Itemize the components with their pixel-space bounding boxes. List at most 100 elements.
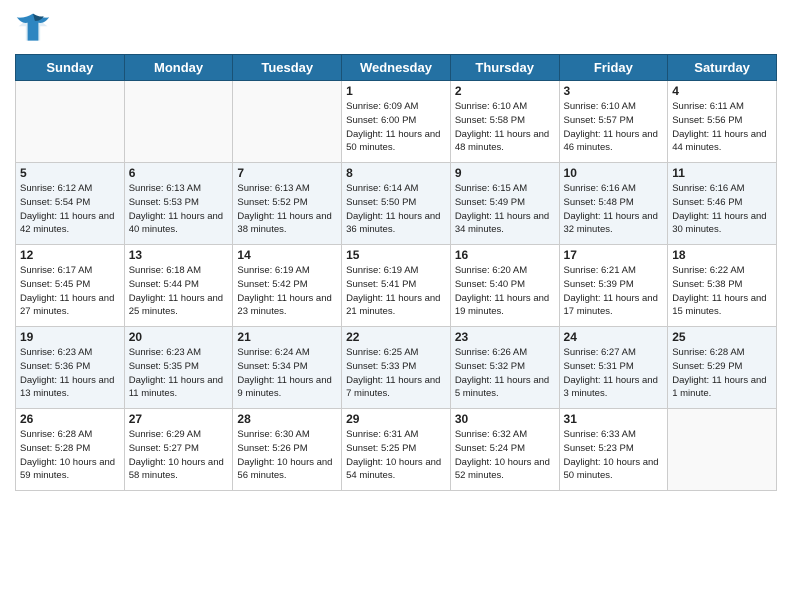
day-cell: 4 Sunrise: 6:11 AMSunset: 5:56 PMDaylight… bbox=[668, 81, 777, 163]
day-info: Sunrise: 6:10 AMSunset: 5:57 PMDaylight:… bbox=[564, 100, 664, 155]
day-info: Sunrise: 6:20 AMSunset: 5:40 PMDaylight:… bbox=[455, 264, 555, 319]
day-number: 1 bbox=[346, 84, 446, 98]
day-info: Sunrise: 6:13 AMSunset: 5:52 PMDaylight:… bbox=[237, 182, 337, 237]
day-cell: 5 Sunrise: 6:12 AMSunset: 5:54 PMDaylight… bbox=[16, 163, 125, 245]
week-row-5: 26 Sunrise: 6:28 AMSunset: 5:28 PMDayligh… bbox=[16, 409, 777, 491]
day-number: 8 bbox=[346, 166, 446, 180]
day-cell: 28Sunrise: 6:30 AMSunset: 5:26 PMDayligh… bbox=[233, 409, 342, 491]
day-number: 4 bbox=[672, 84, 772, 98]
day-number: 30 bbox=[455, 412, 555, 426]
day-cell: 20 Sunrise: 6:23 AMSunset: 5:35 PMDayligh… bbox=[124, 327, 233, 409]
weekday-header-wednesday: Wednesday bbox=[342, 55, 451, 81]
day-number: 16 bbox=[455, 248, 555, 262]
day-cell: 7Sunrise: 6:13 AMSunset: 5:52 PMDaylight… bbox=[233, 163, 342, 245]
day-number: 9 bbox=[455, 166, 555, 180]
day-info: Sunrise: 6:13 AMSunset: 5:53 PMDaylight:… bbox=[129, 182, 229, 237]
day-cell: 17 Sunrise: 6:21 AMSunset: 5:39 PMDayligh… bbox=[559, 245, 668, 327]
day-number: 29 bbox=[346, 412, 446, 426]
weekday-header-thursday: Thursday bbox=[450, 55, 559, 81]
day-number: 6 bbox=[129, 166, 229, 180]
day-info: Sunrise: 6:24 AMSunset: 5:34 PMDaylight:… bbox=[237, 346, 337, 401]
day-info: Sunrise: 6:22 AMSunset: 5:38 PMDaylight:… bbox=[672, 264, 772, 319]
day-number: 5 bbox=[20, 166, 120, 180]
weekday-header-friday: Friday bbox=[559, 55, 668, 81]
day-cell: 25 Sunrise: 6:28 AMSunset: 5:29 PMDayligh… bbox=[668, 327, 777, 409]
day-cell: 24Sunrise: 6:27 AMSunset: 5:31 PMDayligh… bbox=[559, 327, 668, 409]
day-number: 27 bbox=[129, 412, 229, 426]
day-cell: 16 Sunrise: 6:20 AMSunset: 5:40 PMDayligh… bbox=[450, 245, 559, 327]
day-cell: 26 Sunrise: 6:28 AMSunset: 5:28 PMDayligh… bbox=[16, 409, 125, 491]
day-info: Sunrise: 6:12 AMSunset: 5:54 PMDaylight:… bbox=[20, 182, 120, 237]
day-info: Sunrise: 6:33 AMSunset: 5:23 PMDaylight:… bbox=[564, 428, 664, 483]
day-info: Sunrise: 6:23 AMSunset: 5:36 PMDaylight:… bbox=[20, 346, 120, 401]
day-info: Sunrise: 6:28 AMSunset: 5:29 PMDaylight:… bbox=[672, 346, 772, 401]
day-number: 14 bbox=[237, 248, 337, 262]
day-info: Sunrise: 6:19 AMSunset: 5:42 PMDaylight:… bbox=[237, 264, 337, 319]
day-info: Sunrise: 6:31 AMSunset: 5:25 PMDaylight:… bbox=[346, 428, 446, 483]
day-info: Sunrise: 6:28 AMSunset: 5:28 PMDaylight:… bbox=[20, 428, 120, 483]
day-number: 20 bbox=[129, 330, 229, 344]
day-number: 3 bbox=[564, 84, 664, 98]
day-cell: 18 Sunrise: 6:22 AMSunset: 5:38 PMDayligh… bbox=[668, 245, 777, 327]
day-info: Sunrise: 6:16 AMSunset: 5:46 PMDaylight:… bbox=[672, 182, 772, 237]
week-row-1: 1 Sunrise: 6:09 AMSunset: 6:00 PMDaylight… bbox=[16, 81, 777, 163]
day-cell: 21 Sunrise: 6:24 AMSunset: 5:34 PMDayligh… bbox=[233, 327, 342, 409]
day-cell: 29 Sunrise: 6:31 AMSunset: 5:25 PMDayligh… bbox=[342, 409, 451, 491]
logo bbox=[15, 10, 55, 46]
day-info: Sunrise: 6:30 AMSunset: 5:26 PMDaylight:… bbox=[237, 428, 337, 483]
day-info: Sunrise: 6:29 AMSunset: 5:27 PMDaylight:… bbox=[129, 428, 229, 483]
day-number: 12 bbox=[20, 248, 120, 262]
day-cell: 19 Sunrise: 6:23 AMSunset: 5:36 PMDayligh… bbox=[16, 327, 125, 409]
day-cell: 8 Sunrise: 6:14 AMSunset: 5:50 PMDaylight… bbox=[342, 163, 451, 245]
day-info: Sunrise: 6:25 AMSunset: 5:33 PMDaylight:… bbox=[346, 346, 446, 401]
day-info: Sunrise: 6:32 AMSunset: 5:24 PMDaylight:… bbox=[455, 428, 555, 483]
day-number: 24 bbox=[564, 330, 664, 344]
day-info: Sunrise: 6:21 AMSunset: 5:39 PMDaylight:… bbox=[564, 264, 664, 319]
day-number: 17 bbox=[564, 248, 664, 262]
day-info: Sunrise: 6:15 AMSunset: 5:49 PMDaylight:… bbox=[455, 182, 555, 237]
weekday-header-saturday: Saturday bbox=[668, 55, 777, 81]
day-number: 23 bbox=[455, 330, 555, 344]
weekday-header-sunday: Sunday bbox=[16, 55, 125, 81]
day-cell: 14 Sunrise: 6:19 AMSunset: 5:42 PMDayligh… bbox=[233, 245, 342, 327]
day-number: 22 bbox=[346, 330, 446, 344]
day-info: Sunrise: 6:16 AMSunset: 5:48 PMDaylight:… bbox=[564, 182, 664, 237]
week-row-3: 12Sunrise: 6:17 AMSunset: 5:45 PMDayligh… bbox=[16, 245, 777, 327]
week-row-4: 19 Sunrise: 6:23 AMSunset: 5:36 PMDayligh… bbox=[16, 327, 777, 409]
weekday-header-row: SundayMondayTuesdayWednesdayThursdayFrid… bbox=[16, 55, 777, 81]
day-number: 2 bbox=[455, 84, 555, 98]
day-info: Sunrise: 6:19 AMSunset: 5:41 PMDaylight:… bbox=[346, 264, 446, 319]
day-number: 19 bbox=[20, 330, 120, 344]
logo-icon bbox=[15, 10, 51, 46]
day-info: Sunrise: 6:11 AMSunset: 5:56 PMDaylight:… bbox=[672, 100, 772, 155]
day-cell: 9 Sunrise: 6:15 AMSunset: 5:49 PMDaylight… bbox=[450, 163, 559, 245]
day-cell: 22 Sunrise: 6:25 AMSunset: 5:33 PMDayligh… bbox=[342, 327, 451, 409]
day-number: 26 bbox=[20, 412, 120, 426]
day-info: Sunrise: 6:23 AMSunset: 5:35 PMDaylight:… bbox=[129, 346, 229, 401]
day-number: 11 bbox=[672, 166, 772, 180]
weekday-header-tuesday: Tuesday bbox=[233, 55, 342, 81]
day-cell: 3 Sunrise: 6:10 AMSunset: 5:57 PMDaylight… bbox=[559, 81, 668, 163]
day-info: Sunrise: 6:14 AMSunset: 5:50 PMDaylight:… bbox=[346, 182, 446, 237]
day-cell: 1 Sunrise: 6:09 AMSunset: 6:00 PMDaylight… bbox=[342, 81, 451, 163]
day-number: 25 bbox=[672, 330, 772, 344]
day-cell: 15Sunrise: 6:19 AMSunset: 5:41 PMDayligh… bbox=[342, 245, 451, 327]
day-number: 10 bbox=[564, 166, 664, 180]
page: SundayMondayTuesdayWednesdayThursdayFrid… bbox=[0, 0, 792, 612]
week-row-2: 5 Sunrise: 6:12 AMSunset: 5:54 PMDaylight… bbox=[16, 163, 777, 245]
day-cell bbox=[233, 81, 342, 163]
day-cell: 12Sunrise: 6:17 AMSunset: 5:45 PMDayligh… bbox=[16, 245, 125, 327]
day-number: 21 bbox=[237, 330, 337, 344]
day-number: 18 bbox=[672, 248, 772, 262]
day-info: Sunrise: 6:18 AMSunset: 5:44 PMDaylight:… bbox=[129, 264, 229, 319]
weekday-header-monday: Monday bbox=[124, 55, 233, 81]
day-info: Sunrise: 6:09 AMSunset: 6:00 PMDaylight:… bbox=[346, 100, 446, 155]
day-number: 13 bbox=[129, 248, 229, 262]
day-cell: 6 Sunrise: 6:13 AMSunset: 5:53 PMDaylight… bbox=[124, 163, 233, 245]
day-info: Sunrise: 6:10 AMSunset: 5:58 PMDaylight:… bbox=[455, 100, 555, 155]
day-cell: 31Sunrise: 6:33 AMSunset: 5:23 PMDayligh… bbox=[559, 409, 668, 491]
day-cell: 13 Sunrise: 6:18 AMSunset: 5:44 PMDayligh… bbox=[124, 245, 233, 327]
calendar-table: SundayMondayTuesdayWednesdayThursdayFrid… bbox=[15, 54, 777, 491]
day-cell bbox=[16, 81, 125, 163]
day-cell: 23Sunrise: 6:26 AMSunset: 5:32 PMDayligh… bbox=[450, 327, 559, 409]
